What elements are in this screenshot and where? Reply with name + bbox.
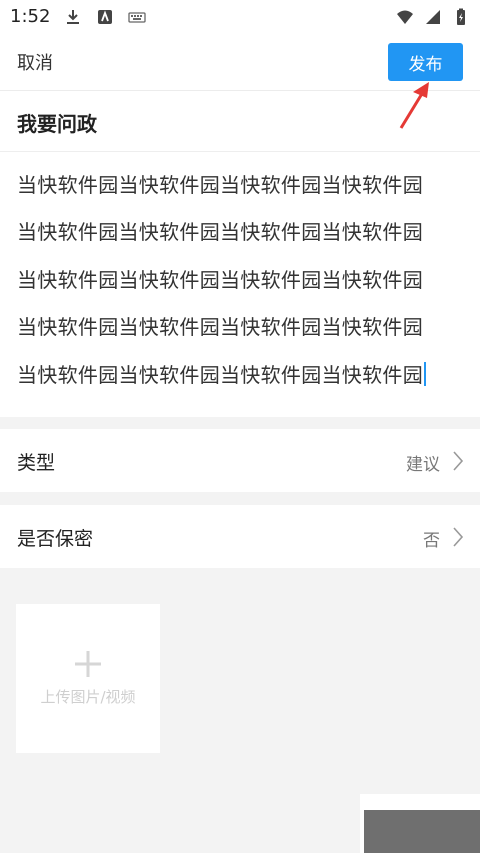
upload-media-button[interactable]: 上传图片/视频 bbox=[16, 604, 160, 753]
chevron-right-icon bbox=[453, 527, 464, 547]
confidential-value: 否 bbox=[423, 531, 440, 551]
corner-overlay bbox=[360, 794, 480, 853]
confidential-label: 是否保密 bbox=[17, 528, 94, 550]
content-line-text: 当快软件园当快软件园当快软件园当快软件园 bbox=[17, 363, 423, 387]
type-row[interactable]: 类型 建议 bbox=[0, 429, 480, 492]
battery-icon bbox=[452, 8, 470, 26]
plus-icon bbox=[75, 651, 101, 677]
publish-button-label: 发布 bbox=[408, 54, 443, 75]
upload-label: 上传图片/视频 bbox=[40, 688, 136, 706]
title-section: 我要问政 bbox=[0, 92, 480, 152]
download-icon bbox=[64, 8, 82, 26]
type-label: 类型 bbox=[17, 452, 56, 474]
content-line-last: 当快软件园当快软件园当快软件园当快软件园 bbox=[17, 359, 426, 388]
signal-icon bbox=[424, 8, 442, 26]
type-value: 建议 bbox=[406, 455, 440, 475]
chevron-right-icon bbox=[453, 451, 464, 471]
wifi-icon bbox=[396, 8, 414, 26]
app-icon bbox=[96, 8, 114, 26]
content-line: 当快软件园当快软件园当快软件园当快软件园 bbox=[17, 315, 423, 339]
content-line: 当快软件园当快软件园当快软件园当快软件园 bbox=[17, 268, 423, 292]
page-title: 我要问政 bbox=[17, 112, 97, 136]
corner-overlay-image bbox=[364, 810, 480, 853]
content-textarea[interactable]: 当快软件园当快软件园当快软件园当快软件园 当快软件园当快软件园当快软件园当快软件… bbox=[0, 152, 480, 417]
keyboard-icon bbox=[128, 8, 147, 26]
confidential-row[interactable]: 是否保密 否 bbox=[0, 505, 480, 568]
content-line: 当快软件园当快软件园当快软件园当快软件园 bbox=[17, 220, 423, 244]
status-time: 1:52 bbox=[10, 6, 51, 27]
cancel-button[interactable]: 取消 bbox=[17, 49, 53, 75]
status-bar: 1:52 bbox=[0, 0, 480, 33]
content-line: 当快软件园当快软件园当快软件园当快软件园 bbox=[17, 173, 423, 197]
text-cursor bbox=[424, 362, 426, 386]
